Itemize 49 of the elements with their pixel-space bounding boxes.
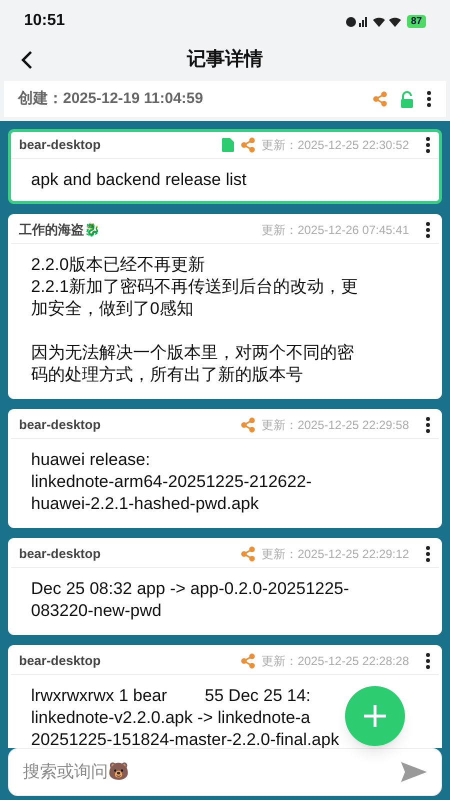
note-text-line: 因为无法解决一个版本里，对两个不同的密: [31, 342, 354, 364]
note-updated-time: 更新：2025-12-25 22:29:12: [262, 546, 409, 563]
share-icon[interactable]: [240, 417, 256, 433]
note-updated-time: 更新：2025-12-25 22:29:58: [262, 417, 409, 434]
status-time: 10:51: [24, 11, 65, 31]
more-icon[interactable]: [425, 136, 431, 154]
back-icon[interactable]: [20, 50, 34, 70]
note-text-line: lrwxrwxrwx 1 bear 55 Dec 25 14:: [31, 685, 311, 707]
more-icon[interactable]: [425, 416, 431, 434]
more-icon[interactable]: [425, 221, 431, 239]
note-updated-time: 更新：2025-12-26 07:45:41: [262, 222, 409, 239]
search-field[interactable]: 搜索或询问🐻: [8, 748, 442, 796]
status-icons: [344, 14, 403, 28]
note-updated-time: 更新：2025-12-25 22:30:52: [262, 137, 409, 154]
note-card[interactable]: 工作的海盗🐉 更新：2025-12-26 07:45:41 2.2.0版本已经不再更新 2.2.1新加了密码不再传送到后台的改动，更 加安全，做到了0感知 因为无法解决一个版本里，对两个不同的密 码的处理方式，所有出了新的版本号: [8, 214, 442, 399]
created-time: 创建：2025-12-19 11:04:59: [18, 88, 204, 109]
note-card[interactable]: bear-desktop 更新：2025-12-25 22:29:58 huawei release: linkednote-arm64-20251225-212622- huawei-2.2.1-hashed-pwd.apk: [8, 409, 442, 528]
send-icon[interactable]: [401, 762, 427, 782]
note-text-line: 083220-new-pwd: [31, 600, 162, 622]
unlock-icon[interactable]: [400, 90, 414, 108]
note-text-line: linkednote-v2.2.0.apk -> linkednote-a: [31, 707, 310, 729]
note-author: bear-desktop: [19, 416, 102, 434]
more-icon[interactable]: [426, 90, 432, 108]
note-card[interactable]: bear-desktop 更新：2025-12-25 22:30:52 apk and backend release list: [8, 129, 442, 204]
note-author: bear-desktop: [19, 652, 102, 670]
note-author: bear-desktop: [19, 545, 102, 564]
note-text-line: apk and backend release list: [31, 169, 246, 191]
share-icon[interactable]: [240, 137, 256, 153]
file-icon[interactable]: [222, 138, 234, 152]
note-text-line: 码的处理方式，所有出了新的版本号: [31, 364, 303, 386]
note-text-line: 加安全，做到了0感知: [31, 298, 194, 320]
share-icon[interactable]: [240, 546, 256, 562]
plus-icon: [363, 704, 387, 728]
note-text-line: linkednote-arm64-20251225-212622-: [31, 471, 312, 493]
note-updated-time: 更新：2025-12-25 22:28:28: [262, 653, 409, 670]
note-text-line: huawei-2.2.1-hashed-pwd.apk: [31, 493, 259, 515]
note-card[interactable]: bear-desktop 更新：2025-12-25 22:29:12 Dec 25 08:32 app -> app-0.2.0-20251225- 083220-new-pwd: [8, 538, 442, 635]
note-author: 工作的海盗🐉: [19, 221, 101, 240]
battery-indicator: 87: [406, 14, 426, 28]
more-icon[interactable]: [425, 545, 431, 563]
more-icon[interactable]: [425, 652, 431, 670]
note-text-line: 2.2.0版本已经不再更新: [31, 254, 205, 276]
note-text-line: huawei release:: [31, 449, 150, 471]
share-icon[interactable]: [372, 91, 388, 107]
page-title: 记事详情: [187, 48, 263, 72]
share-icon[interactable]: [240, 653, 256, 669]
note-text-line: Dec 25 08:32 app -> app-0.2.0-20251225-: [31, 578, 350, 600]
note-text-line: 2.2.1新加了密码不再传送到后台的改动，更: [31, 276, 358, 298]
note-author: bear-desktop: [19, 136, 102, 154]
